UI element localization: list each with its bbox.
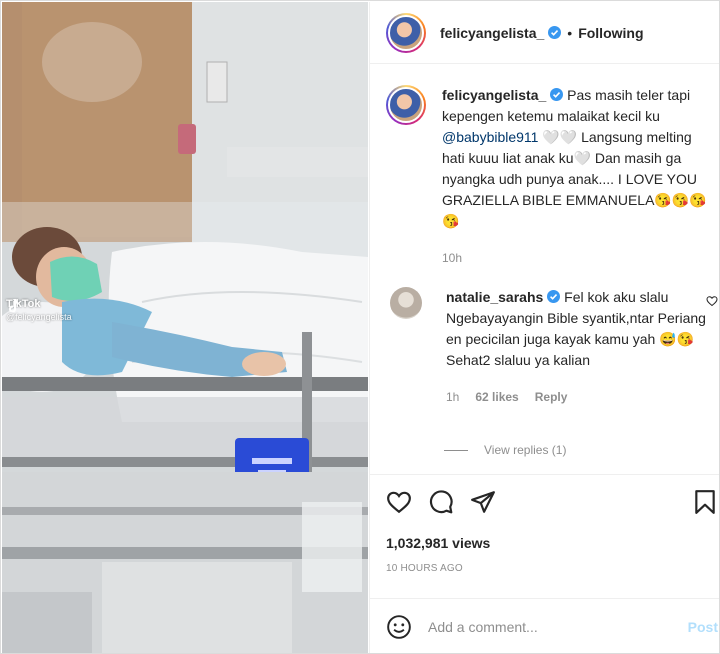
post-actions: 1,032,981 views 10 HOURS AGO: [370, 474, 719, 594]
author-avatar[interactable]: [386, 12, 426, 53]
emoji-icon[interactable]: [386, 614, 412, 640]
comment-time[interactable]: 1h: [446, 387, 459, 408]
post-video[interactable]: TikTok @felicyangelista: [2, 2, 368, 653]
comment-username[interactable]: natalie_sarahs: [446, 289, 543, 305]
caption-meta: 10h: [442, 248, 712, 269]
heart-icon[interactable]: [386, 489, 412, 515]
comment-body: natalie_sarahs Fel kok aku slalu Ngebaya…: [446, 287, 716, 408]
bookmark-icon[interactable]: [692, 489, 718, 515]
verified-icon: [548, 26, 562, 39]
caption-time[interactable]: 10h: [442, 248, 462, 269]
tiktok-watermark: TikTok @felicyangelista: [6, 298, 72, 322]
commenter-avatar[interactable]: [390, 287, 422, 319]
comments-list[interactable]: felicyangelista_ Pas masih teler tapi ke…: [370, 65, 719, 473]
tiktok-handle-text: @felicyangelista: [6, 312, 72, 322]
comment-likes[interactable]: 62 likes: [475, 387, 518, 408]
view-replies-line: [444, 449, 468, 451]
share-icon[interactable]: [470, 489, 496, 515]
view-replies-label: View replies (1): [484, 443, 567, 457]
caption-mention-link[interactable]: @babybible911: [442, 129, 538, 145]
post-details-panel: felicyangelista_ • Following felicyangel…: [369, 2, 719, 653]
caption-username[interactable]: felicyangelista_: [442, 87, 546, 103]
add-comment-bar: Add a comment... Post: [370, 598, 719, 653]
view-count[interactable]: 1,032,981 views: [386, 535, 490, 551]
reply-button[interactable]: Reply: [535, 387, 568, 408]
video-frame-illustration: [2, 2, 368, 653]
verified-icon: [550, 88, 564, 101]
verified-icon: [547, 290, 561, 303]
author-username[interactable]: felicyangelista_: [440, 25, 544, 41]
comment-item: natalie_sarahs Fel kok aku slalu Ngebaya…: [386, 287, 718, 408]
caption-body: felicyangelista_ Pas masih teler tapi ke…: [442, 85, 712, 269]
caption-author-avatar[interactable]: [386, 85, 426, 125]
comment-like-heart-icon[interactable]: [706, 295, 718, 307]
following-button[interactable]: Following: [578, 25, 643, 41]
comment-input[interactable]: Add a comment...: [428, 619, 688, 635]
separator-dot: •: [567, 24, 573, 41]
view-replies-button[interactable]: View replies (1): [444, 443, 566, 457]
comment-icon[interactable]: [428, 489, 454, 515]
post-timestamp[interactable]: 10 HOURS AGO: [386, 563, 463, 574]
instagram-post-modal: TikTok @felicyangelista felicyangelista_…: [0, 0, 720, 654]
caption-comment: felicyangelista_ Pas masih teler tapi ke…: [386, 85, 712, 269]
action-icons-row: [386, 489, 496, 515]
comment-meta: 1h 62 likes Reply: [446, 387, 716, 408]
post-comment-button[interactable]: Post: [688, 619, 718, 635]
post-header: felicyangelista_ • Following: [370, 2, 719, 64]
